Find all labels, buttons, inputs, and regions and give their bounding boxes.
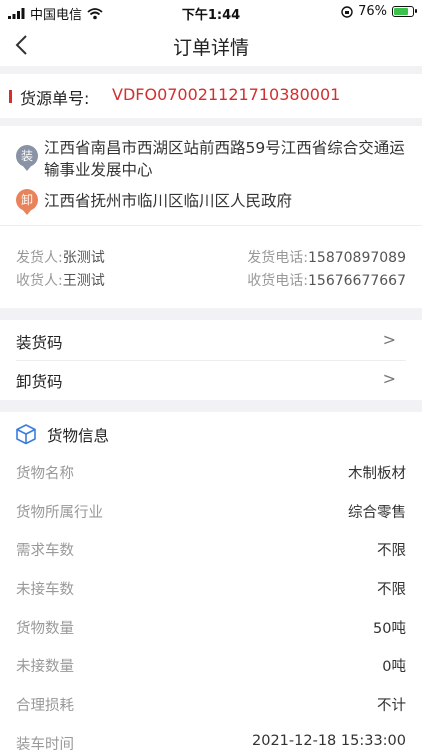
status-bar: 中国电信 下午1:44 76% [0, 0, 422, 24]
goods-row-value: 木制板材 [348, 466, 406, 482]
goods-row: 装车时间 2021-12-18 15:33:00 [16, 724, 406, 750]
goods-row-label: 货物数量 [16, 621, 74, 637]
divider [0, 225, 422, 226]
unload-address: 江西省抚州市临川区临川区人民政府 [44, 192, 293, 210]
goods-row-label: 货物所属行业 [16, 505, 103, 521]
receiver-phone-label: 收货电话: [247, 273, 309, 289]
goods-row: 需求车数 不限 [16, 530, 406, 568]
unload-location-icon: 卸 [16, 189, 38, 215]
chevron-right-icon: > [382, 330, 396, 349]
receiver-name: 王测试 [62, 273, 105, 289]
load-address: 江西省南昌市西湖区站前西路59号江西省综合交通运输事业发展中心 [44, 139, 405, 179]
package-icon [16, 424, 36, 445]
goods-row-label: 需求车数 [16, 543, 74, 559]
goods-row-label: 装车时间 [16, 737, 74, 750]
battery-fill [394, 8, 408, 15]
goods-section: 货物信息 货物名称 木制板材 货物所属行业 综合零售 需求车数 不限 未接车数 … [0, 412, 422, 750]
load-code-label: 装货码 [16, 334, 63, 352]
goods-row: 合理损耗 不计 [16, 685, 406, 723]
shipper-label: 发货人: [16, 250, 63, 266]
order-number-label: 货源单号: [20, 89, 90, 108]
goods-row-value: 0吨 [382, 659, 406, 675]
order-number-value: VDFO070021121710380001 [112, 85, 341, 104]
receiver-info: 收货人:王测试 [16, 270, 105, 290]
goods-row-value: 不限 [377, 543, 406, 559]
goods-row-value: 不限 [377, 582, 406, 598]
battery-icon [392, 6, 417, 17]
shipper-name: 张测试 [62, 250, 105, 266]
status-right: 76% [341, 4, 417, 19]
receiver-label: 收货人: [16, 273, 63, 289]
order-number-section: 货源单号: VDFO070021121710380001 [0, 74, 422, 118]
shipper-phone[interactable]: 15870897089 [308, 250, 406, 266]
goods-row-value: 不计 [377, 698, 406, 714]
receiver-phone[interactable]: 15676677667 [308, 273, 406, 289]
goods-row-value: 2021-12-18 15:33:00 [252, 733, 406, 749]
chevron-right-icon: > [382, 369, 396, 388]
goods-row: 未接车数 不限 [16, 569, 406, 607]
codes-section: 装货码 > 卸货码 > [0, 320, 422, 400]
goods-row: 货物名称 木制板材 [16, 453, 406, 491]
goods-row-label: 未接车数 [16, 582, 74, 598]
goods-row: 货物数量 50吨 [16, 608, 406, 646]
goods-row: 未接数量 0吨 [16, 646, 406, 684]
goods-row-label: 未接数量 [16, 659, 74, 675]
goods-row-value: 50吨 [373, 621, 406, 637]
orientation-lock-icon [341, 5, 353, 18]
goods-section-title: 货物信息 [47, 427, 110, 445]
receiver-phone-info: 收货电话:15676677667 [247, 270, 406, 290]
shipper-phone-info: 发货电话:15870897089 [247, 247, 406, 267]
shipper-phone-label: 发货电话: [247, 250, 309, 266]
shipper-info: 发货人:张测试 [16, 247, 105, 267]
address-section: 装 江西省南昌市西湖区站前西路59号江西省综合交通运输事业发展中心 卸 江西省抚… [0, 126, 422, 308]
order-accent-bar [9, 90, 12, 103]
page-title: 订单详情 [172, 37, 249, 59]
goods-row-label: 货物名称 [16, 466, 74, 482]
load-code-row[interactable]: 装货码 > [16, 322, 406, 360]
battery-percent: 76% [358, 4, 387, 19]
goods-row-label: 合理损耗 [16, 698, 74, 714]
unload-code-row[interactable]: 卸货码 > [16, 361, 406, 399]
goods-row-value: 综合零售 [348, 505, 406, 521]
load-location-icon: 装 [16, 145, 38, 171]
unload-code-label: 卸货码 [16, 373, 63, 391]
nav-bar: 订单详情 [0, 24, 422, 66]
goods-row: 货物所属行业 综合零售 [16, 492, 406, 530]
